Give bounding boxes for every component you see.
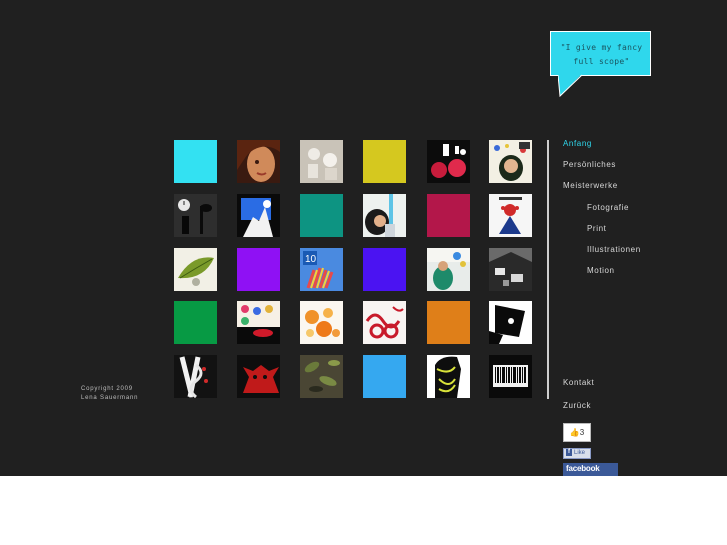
- red-ornament-image-art: [363, 301, 406, 344]
- color-swatch-tile[interactable]: [237, 248, 280, 291]
- lips-pattern-image-art: [237, 301, 280, 344]
- nav-item-kontakt[interactable]: Kontakt: [563, 378, 594, 387]
- poster-figure-image[interactable]: [489, 194, 532, 237]
- speech-bubble-quote: "I give my fancy full scope": [551, 41, 652, 69]
- nav-item-zurueck[interactable]: Zurück: [563, 401, 591, 410]
- clock-silhouette-image-art: [174, 194, 217, 237]
- orange-dots-image[interactable]: [300, 301, 343, 344]
- dna-figure-image[interactable]: [174, 355, 217, 398]
- red-collage-image-art: [427, 140, 470, 183]
- color-swatch-tile[interactable]: [427, 194, 470, 237]
- workshop-photo-image-art: [427, 248, 470, 291]
- nav-subitem-illustrationen[interactable]: Illustrationen: [587, 245, 641, 254]
- poster-figure-image-art: [489, 194, 532, 237]
- color-swatch-tile[interactable]: [300, 194, 343, 237]
- facebook-like-button[interactable]: f Like: [563, 448, 591, 459]
- quote-line-1: "I give my fancy: [560, 43, 643, 52]
- black-shape-image-art: [489, 301, 532, 344]
- lips-pattern-image[interactable]: [237, 301, 280, 344]
- barcode-image-art: [489, 355, 532, 398]
- svg-text:10: 10: [305, 254, 317, 265]
- leaf-illustration[interactable]: [174, 248, 217, 291]
- red-bull-image-art: [237, 355, 280, 398]
- blue-hands-image-art: [237, 194, 280, 237]
- color-swatch-tile[interactable]: [427, 301, 470, 344]
- nav-item-meisterwerke[interactable]: Meisterwerke: [563, 181, 618, 190]
- facebook-badge[interactable]: facebook: [563, 463, 618, 476]
- nav-item-anfang[interactable]: Anfang: [563, 139, 592, 148]
- color-swatch-tile[interactable]: [363, 140, 406, 183]
- color-swatch-tile[interactable]: [174, 140, 217, 183]
- color-swatch-tile[interactable]: [363, 248, 406, 291]
- orange-dots-image-art: [300, 301, 343, 344]
- yellow-tangle-image[interactable]: [427, 355, 470, 398]
- girl-stars-illustration-art: [489, 140, 532, 183]
- thumbs-up-icon: 👍: [569, 428, 580, 437]
- clock-silhouette-image[interactable]: [174, 194, 217, 237]
- leaves-photo-image-art: [300, 355, 343, 398]
- red-bull-image[interactable]: [237, 355, 280, 398]
- color-swatch-tile[interactable]: [174, 301, 217, 344]
- red-collage-image[interactable]: [427, 140, 470, 183]
- copyright-line: Copyright 2009: [81, 386, 133, 392]
- speech-bubble: "I give my fancy full scope": [550, 31, 651, 76]
- girl-painting-image-art: [363, 194, 406, 237]
- like-label: Like: [574, 450, 586, 457]
- hands-poster-image[interactable]: 10: [300, 248, 343, 291]
- leaves-photo-image[interactable]: [300, 355, 343, 398]
- face-portrait-image-art: [237, 140, 280, 183]
- leaf-illustration-art: [174, 248, 217, 291]
- nav-subitem-print[interactable]: Print: [587, 224, 606, 233]
- nav-subitem-motion[interactable]: Motion: [587, 266, 615, 275]
- dna-figure-image-art: [174, 355, 217, 398]
- barcode-image[interactable]: [489, 355, 532, 398]
- speech-bubble-tail: [558, 74, 583, 98]
- red-ornament-image[interactable]: [363, 301, 406, 344]
- girl-stars-illustration[interactable]: [489, 140, 532, 183]
- copyright-notice: Copyright 2009 Lena Sauermann: [81, 385, 138, 403]
- yellow-tangle-image-art: [427, 355, 470, 398]
- girl-painting-image[interactable]: [363, 194, 406, 237]
- nav-item-persoenliches[interactable]: Persönliches: [563, 160, 616, 169]
- facebook-label: facebook: [566, 464, 600, 473]
- page-background: "I give my fancy full scope" 10 Anfang P…: [0, 0, 727, 476]
- table-photo-image[interactable]: [489, 248, 532, 291]
- like-count-box[interactable]: 👍3: [563, 423, 591, 442]
- like-count: 3: [579, 428, 585, 437]
- hands-poster-image-art: 10: [300, 248, 343, 291]
- workshop-photo-image[interactable]: [427, 248, 470, 291]
- color-swatch-tile[interactable]: [363, 355, 406, 398]
- nav-divider: [547, 140, 549, 399]
- table-photo-image-art: [489, 248, 532, 291]
- quote-line-2: full scope": [573, 57, 630, 66]
- nav-subitem-fotografie[interactable]: Fotografie: [587, 203, 629, 212]
- author-name: Lena Sauermann: [81, 395, 139, 401]
- face-portrait-image[interactable]: [237, 140, 280, 183]
- paper-figures-image-art: [300, 140, 343, 183]
- paper-figures-image[interactable]: [300, 140, 343, 183]
- black-shape-image[interactable]: [489, 301, 532, 344]
- facebook-f-icon: f: [566, 449, 572, 456]
- blue-hands-image[interactable]: [237, 194, 280, 237]
